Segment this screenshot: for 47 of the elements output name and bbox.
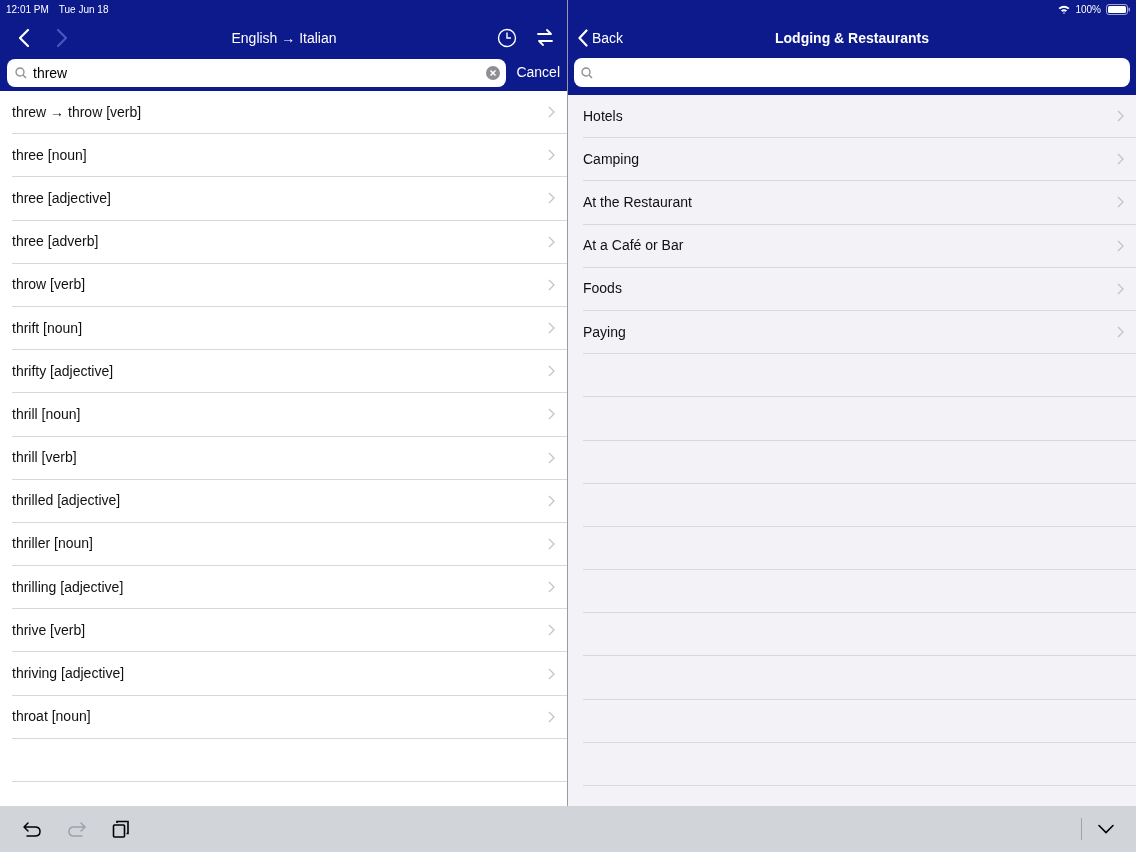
chevron-right-icon bbox=[1117, 196, 1124, 209]
chevron-right-icon bbox=[1117, 326, 1124, 339]
history-clock-icon[interactable] bbox=[497, 28, 517, 48]
status-date: Tue Jun 18 bbox=[58, 2, 109, 17]
battery-percentage: 100% bbox=[1075, 2, 1101, 17]
chevron-right-icon bbox=[548, 235, 555, 248]
chevron-right-icon bbox=[1117, 282, 1124, 295]
chevron-right-icon bbox=[1117, 153, 1124, 166]
clear-icon[interactable] bbox=[486, 65, 501, 80]
list-row[interactable]: Paying bbox=[583, 310, 1136, 355]
list-row[interactable]: At a Café or Bar bbox=[583, 224, 1136, 268]
chevron-right-icon bbox=[548, 106, 555, 119]
chevron-right-icon bbox=[548, 581, 555, 594]
chevron-down-icon[interactable] bbox=[1098, 824, 1114, 834]
chevron-right-icon bbox=[548, 667, 555, 680]
nav-title: Lodging & Restaurants bbox=[774, 28, 930, 48]
chevron-right-icon bbox=[1117, 239, 1124, 252]
back-button[interactable]: Back bbox=[578, 27, 624, 49]
paste-icon[interactable] bbox=[112, 820, 130, 838]
chevron-right-icon bbox=[548, 494, 555, 507]
nav-title: English → Italian bbox=[230, 28, 338, 48]
chevron-right-icon bbox=[548, 278, 555, 291]
swap-arrows-icon[interactable] bbox=[537, 29, 553, 47]
back-chevron-icon bbox=[578, 29, 588, 47]
chevron-right-icon bbox=[548, 451, 555, 464]
search-field[interactable]: threw bbox=[7, 58, 507, 87]
undo-icon[interactable] bbox=[22, 819, 42, 839]
cancel-button[interactable]: Cancel bbox=[516, 62, 560, 83]
chevron-right-icon bbox=[548, 624, 555, 637]
chevron-right-icon bbox=[548, 192, 555, 205]
chevron-right-icon bbox=[548, 710, 555, 723]
chevron-right-icon bbox=[548, 322, 555, 335]
chevron-right-icon bbox=[548, 365, 555, 378]
list-row[interactable]: Camping bbox=[583, 138, 1136, 182]
chevron-right-icon bbox=[548, 537, 555, 550]
search-icon bbox=[15, 66, 27, 79]
search-field[interactable] bbox=[574, 58, 1130, 87]
chevron-right-icon bbox=[548, 408, 555, 421]
chevron-right-icon bbox=[1117, 110, 1124, 123]
list-row[interactable]: Foods bbox=[583, 267, 1136, 311]
status-time: 12:01 PM bbox=[6, 2, 49, 17]
search-icon bbox=[581, 66, 593, 79]
wifi-icon bbox=[1058, 4, 1071, 14]
battery-icon bbox=[1106, 3, 1130, 15]
list-row[interactable]: Hotels bbox=[583, 95, 1136, 139]
chevron-right-icon bbox=[548, 149, 555, 162]
list-row[interactable]: At the Restaurant bbox=[583, 181, 1136, 225]
